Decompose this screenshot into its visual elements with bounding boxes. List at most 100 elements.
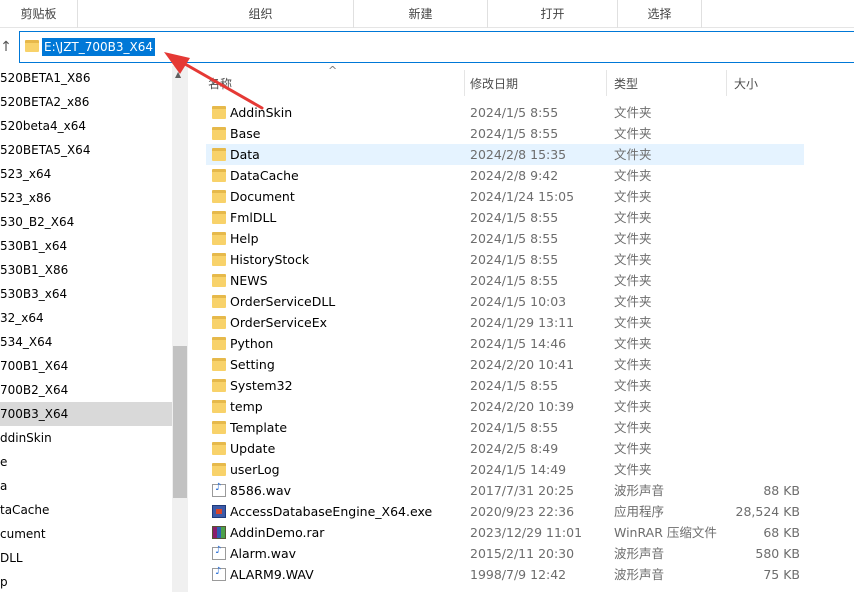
- file-date: 2024/1/5 8:55: [470, 420, 559, 435]
- nav-item[interactable]: taCache: [0, 498, 172, 522]
- column-divider[interactable]: [606, 70, 607, 96]
- nav-item[interactable]: 700B2_X64: [0, 378, 172, 402]
- folder-icon: [25, 40, 39, 52]
- file-type: 文件夹: [614, 294, 652, 309]
- nav-item[interactable]: 520beta4_x64: [0, 114, 172, 138]
- nav-item[interactable]: 530B1_x64: [0, 234, 172, 258]
- file-name: Setting: [230, 357, 275, 372]
- file-row[interactable]: HistoryStock 2024/1/5 8:55 文件夹: [206, 249, 804, 270]
- file-type: 文件夹: [614, 315, 652, 330]
- file-name: HistoryStock: [230, 252, 310, 267]
- file-row[interactable]: System32 2024/1/5 8:55 文件夹: [206, 375, 804, 396]
- nav-item[interactable]: 32_x64: [0, 306, 172, 330]
- file-date: 2024/2/20 10:39: [470, 399, 575, 414]
- file-row[interactable]: temp 2024/2/20 10:39 文件夹: [206, 396, 804, 417]
- nav-item[interactable]: 534_X64: [0, 330, 172, 354]
- file-date: 2017/7/31 20:25: [470, 483, 575, 498]
- ribbon-group-open[interactable]: 打开: [488, 0, 618, 28]
- nav-item[interactable]: 530B3_x64: [0, 282, 172, 306]
- nav-item[interactable]: p: [0, 570, 172, 592]
- file-name: userLog: [230, 462, 280, 477]
- scroll-up-icon[interactable]: ▲: [175, 70, 181, 79]
- column-type[interactable]: 类型: [614, 74, 638, 94]
- file-date: 2024/2/8 9:42: [470, 168, 559, 183]
- file-name: AccessDatabaseEngine_X64.exe: [230, 504, 433, 519]
- file-type: 文件夹: [614, 126, 652, 141]
- file-name: Template: [230, 420, 288, 435]
- folder-icon: [212, 211, 226, 224]
- file-row[interactable]: AccessDatabaseEngine_X64.exe 2020/9/23 22…: [206, 501, 804, 522]
- nav-scrollbar-thumb[interactable]: [173, 346, 187, 498]
- nav-scrollbar[interactable]: [172, 66, 188, 592]
- file-date: 2024/1/5 8:55: [470, 210, 559, 225]
- file-size: 88 KB: [763, 483, 800, 498]
- column-header: ^ 名称 修改日期 类型 大小: [188, 64, 854, 100]
- nav-item[interactable]: e: [0, 450, 172, 474]
- ribbon: 剪贴板 组织 新建 打开 选择: [0, 0, 854, 28]
- file-row[interactable]: NEWS 2024/1/5 8:55 文件夹: [206, 270, 804, 291]
- file-row[interactable]: OrderServiceDLL 2024/1/5 10:03 文件夹: [206, 291, 804, 312]
- file-type: 文件夹: [614, 210, 652, 225]
- file-type: 文件夹: [614, 147, 652, 162]
- file-row[interactable]: Data 2024/2/8 15:35 文件夹: [206, 144, 804, 165]
- file-row[interactable]: Help 2024/1/5 8:55 文件夹: [206, 228, 804, 249]
- column-name[interactable]: 名称: [208, 74, 232, 94]
- file-name: AddinDemo.rar: [230, 525, 325, 540]
- file-row[interactable]: Update 2024/2/5 8:49 文件夹: [206, 438, 804, 459]
- nav-item[interactable]: 523_x86: [0, 186, 172, 210]
- file-row[interactable]: AddinDemo.rar 2023/12/29 11:01 WinRAR 压缩文件…: [206, 522, 804, 543]
- ribbon-group-select[interactable]: 选择: [618, 0, 702, 28]
- file-name: temp: [230, 399, 263, 414]
- file-date: 2024/2/5 8:49: [470, 441, 559, 456]
- file-row[interactable]: 8586.wav 2017/7/31 20:25 波形声音 88 KB: [206, 480, 804, 501]
- file-row[interactable]: Alarm.wav 2015/2/11 20:30 波形声音 580 KB: [206, 543, 804, 564]
- nav-item[interactable]: 700B3_X64: [0, 402, 172, 426]
- file-row[interactable]: OrderServiceEx 2024/1/29 13:11 文件夹: [206, 312, 804, 333]
- column-date[interactable]: 修改日期: [470, 74, 518, 94]
- file-row[interactable]: userLog 2024/1/5 14:49 文件夹: [206, 459, 804, 480]
- nav-item[interactable]: 520BETA5_X64: [0, 138, 172, 162]
- file-name: Data: [230, 147, 260, 162]
- file-row[interactable]: ALARM9.WAV 1998/7/9 12:42 波形声音 75 KB: [206, 564, 804, 585]
- nav-item[interactable]: cument: [0, 522, 172, 546]
- file-date: 2024/1/5 8:55: [470, 231, 559, 246]
- nav-item[interactable]: ddinSkin: [0, 426, 172, 450]
- nav-item[interactable]: 530B1_X86: [0, 258, 172, 282]
- file-row[interactable]: DataCache 2024/2/8 9:42 文件夹: [206, 165, 804, 186]
- nav-item[interactable]: 523_x64: [0, 162, 172, 186]
- ribbon-group-new[interactable]: 新建: [354, 0, 488, 28]
- nav-item[interactable]: a: [0, 474, 172, 498]
- folder-icon: [212, 232, 226, 245]
- file-date: 2024/1/29 13:11: [470, 315, 575, 330]
- column-size[interactable]: 大小: [734, 74, 758, 94]
- address-bar[interactable]: E:\JZT_700B3_X64: [19, 31, 854, 63]
- file-type: 文件夹: [614, 399, 652, 414]
- address-path[interactable]: E:\JZT_700B3_X64: [42, 38, 156, 56]
- ribbon-group-organize[interactable]: 组织: [168, 0, 354, 28]
- file-row[interactable]: Setting 2024/2/20 10:41 文件夹: [206, 354, 804, 375]
- nav-item[interactable]: DLL: [0, 546, 172, 570]
- file-date: 2023/12/29 11:01: [470, 525, 583, 540]
- column-divider[interactable]: [726, 70, 727, 96]
- column-divider[interactable]: [464, 70, 465, 96]
- file-size: 68 KB: [763, 525, 800, 540]
- file-row[interactable]: Document 2024/1/24 15:05 文件夹: [206, 186, 804, 207]
- file-row[interactable]: Python 2024/1/5 14:46 文件夹: [206, 333, 804, 354]
- up-arrow-icon[interactable]: ↑: [0, 38, 12, 56]
- file-row[interactable]: Base 2024/1/5 8:55 文件夹: [206, 123, 804, 144]
- file-date: 2020/9/23 22:36: [470, 504, 575, 519]
- folder-icon: [212, 421, 226, 434]
- nav-item[interactable]: 520BETA1_X86: [0, 66, 172, 90]
- folder-icon: [212, 169, 226, 182]
- nav-item[interactable]: 530_B2_X64: [0, 210, 172, 234]
- ribbon-group-clipboard[interactable]: 剪贴板: [0, 0, 78, 28]
- file-type: 波形声音: [614, 567, 665, 582]
- nav-item[interactable]: 700B1_X64: [0, 354, 172, 378]
- file-name: AddinSkin: [230, 105, 293, 120]
- file-row[interactable]: FmlDLL 2024/1/5 8:55 文件夹: [206, 207, 804, 228]
- file-date: 2024/2/8 15:35: [470, 147, 567, 162]
- file-row[interactable]: Template 2024/1/5 8:55 文件夹: [206, 417, 804, 438]
- file-row[interactable]: AddinSkin 2024/1/5 8:55 文件夹: [206, 102, 804, 123]
- nav-item[interactable]: 520BETA2_x86: [0, 90, 172, 114]
- wav-icon: [212, 482, 226, 497]
